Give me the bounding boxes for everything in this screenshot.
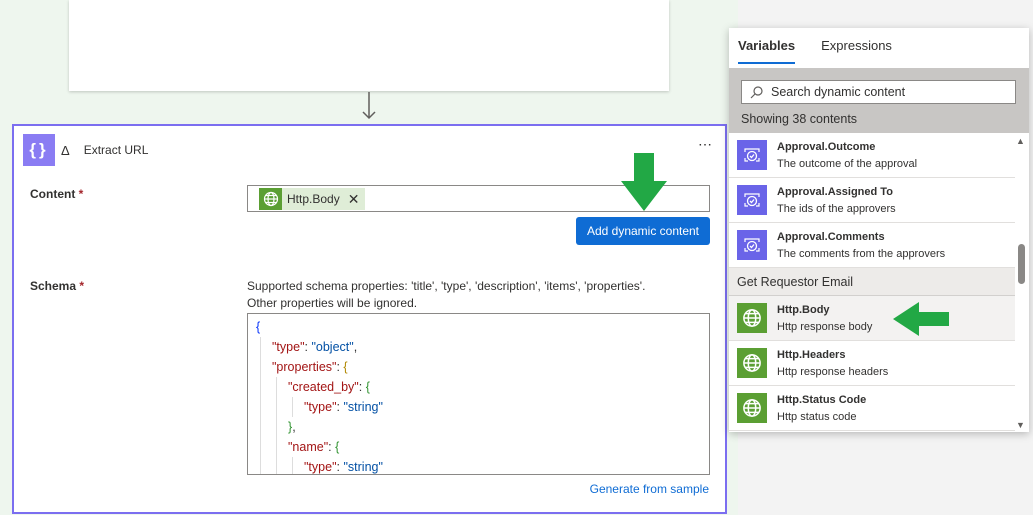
code-line: "created_by": { [256, 377, 709, 397]
content-count: Showing 38 contents [741, 112, 858, 126]
item-description: Http response body [777, 320, 873, 333]
item-name: Http.Headers [777, 348, 846, 361]
content-label-text: Content [30, 187, 76, 201]
delta-icon: Δ [61, 142, 70, 158]
scroll-down-icon[interactable]: ▼ [1016, 420, 1025, 430]
schema-label-text: Schema [30, 279, 77, 293]
code-token: { [365, 380, 370, 394]
required-mark: * [79, 279, 85, 293]
item-name: Approval.Outcome [777, 140, 876, 153]
item-description: Http response headers [777, 365, 889, 378]
list-item[interactable]: Http.Body Http response body [729, 296, 1015, 341]
list-item[interactable]: Approval.Comments The comments from the a… [729, 223, 1015, 268]
schema-desc-line1: Supported schema properties: 'title', 't… [247, 279, 646, 293]
code-line: "properties": { [256, 357, 709, 377]
code-token: "name" [288, 440, 329, 454]
item-name: Approval.Comments [777, 230, 885, 243]
http-body-token[interactable]: Http.Body ✕ [259, 188, 366, 210]
action-title[interactable]: Extract URL [84, 143, 149, 157]
content-label: Content * [30, 187, 83, 201]
code-token: "type" [272, 340, 305, 354]
globe-icon [259, 188, 282, 210]
item-name: Approval.Assigned To [777, 185, 893, 198]
tab-variables[interactable]: Variables [738, 28, 796, 68]
code-token: , [292, 420, 296, 434]
item-description: Http status code [777, 410, 857, 423]
code-token: "object" [311, 340, 354, 354]
item-description: The ids of the approvers [777, 202, 896, 215]
code-token: { [343, 360, 348, 374]
add-dynamic-content-button[interactable]: Add dynamic content [576, 217, 710, 245]
schema-editor[interactable]: {"type": "object", "properties": {"create… [247, 313, 710, 475]
list-item[interactable]: Http.Headers Http response headers [729, 341, 1015, 386]
list-item[interactable]: Approval.Outcome The outcome of the appro… [729, 133, 1015, 178]
code-token: { [256, 320, 261, 334]
search-icon [750, 85, 763, 98]
schema-description: Supported schema properties: 'title', 't… [247, 278, 645, 312]
code-token: "type" [304, 460, 337, 474]
token-label: Http.Body [287, 192, 340, 206]
scroll-up-icon[interactable]: ▲ [1016, 136, 1025, 146]
code-token: "properties" [272, 360, 337, 374]
annotation-arrow-left-icon [893, 302, 949, 336]
action-header[interactable]: {} Δ Extract URL [23, 134, 148, 166]
item-name: Http.Status Code [777, 393, 867, 406]
connector-arrow-icon [362, 92, 376, 120]
annotation-arrow-down-icon [621, 153, 667, 211]
code-line: }, [256, 417, 709, 437]
search-input[interactable]: Search dynamic content [741, 80, 1016, 104]
required-mark: * [78, 187, 84, 201]
code-token: "string" [343, 400, 383, 414]
list-item[interactable]: Approval.Assigned To The ids of the appro… [729, 178, 1015, 223]
item-description: The comments from the approvers [777, 247, 946, 260]
item-name: Http.Body [777, 303, 830, 316]
code-line: "type": "string" [256, 457, 709, 474]
globe-icon [737, 303, 767, 333]
schema-label: Schema * [30, 279, 84, 293]
json-braces-icon: {} [23, 134, 55, 166]
previous-action-card[interactable] [69, 0, 669, 91]
flow-canvas: {} Δ Extract URL ⋯ Content * Http.Body ✕… [0, 0, 738, 515]
code-token: { [335, 440, 340, 454]
scrollbar-thumb[interactable] [1018, 244, 1025, 284]
dynamic-content-panel: Variables Expressions Search dynamic con… [729, 28, 1029, 432]
code-line: { [256, 317, 709, 337]
code-token: "type" [304, 400, 337, 414]
dynamic-content-list: Approval.Outcome The outcome of the appro… [729, 133, 1015, 432]
globe-icon [737, 348, 767, 378]
group-header[interactable]: Get Requestor Email [729, 268, 1015, 296]
extract-url-action-card: {} Δ Extract URL ⋯ Content * Http.Body ✕… [12, 124, 727, 514]
code-token: "string" [343, 460, 383, 474]
approval-icon [737, 140, 767, 170]
search-placeholder: Search dynamic content [771, 85, 906, 99]
code-line: "type": "string" [256, 397, 709, 417]
approval-icon [737, 230, 767, 260]
schema-desc-line2: Other properties will be ignored. [247, 296, 418, 310]
tab-expressions[interactable]: Expressions [821, 28, 892, 68]
code-line: "name": { [256, 437, 709, 457]
more-options-icon[interactable]: ⋯ [698, 136, 713, 153]
code-token: : [358, 380, 366, 394]
code-token: , [353, 340, 358, 354]
code-token: "created_by" [288, 380, 359, 394]
scrollbar[interactable]: ▲ ▼ [1015, 136, 1027, 432]
search-area: Search dynamic content Showing 38 conten… [729, 68, 1029, 133]
code-line: "type": "object", [256, 337, 709, 357]
approval-icon [737, 185, 767, 215]
remove-token-icon[interactable]: ✕ [348, 191, 360, 208]
item-description: The outcome of the approval [777, 157, 918, 170]
panel-tabs: Variables Expressions [729, 28, 1029, 68]
generate-from-sample-link[interactable]: Generate from sample [590, 482, 709, 496]
list-item[interactable]: Http.Status Code Http status code [729, 386, 1015, 431]
globe-icon [737, 393, 767, 423]
